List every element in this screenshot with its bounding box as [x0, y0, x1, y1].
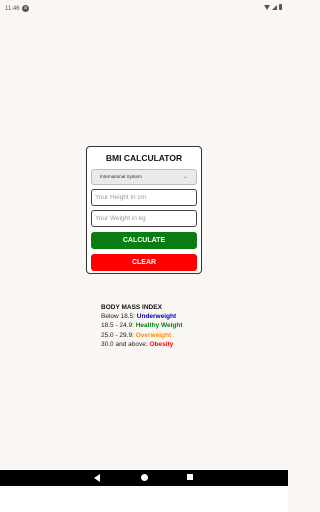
- bmi-info: BODY MASS INDEX Below 18.5: Underweight …: [101, 303, 183, 349]
- status-bar: 11:46 a: [0, 0, 288, 20]
- bmi-category-underweight: Underweight: [136, 313, 177, 321]
- calculate-button[interactable]: CALCULATE: [91, 232, 197, 249]
- status-time: 11:46: [5, 6, 20, 12]
- bottom-padding: [0, 486, 288, 512]
- bmi-range-prefix: 30.0 and above:: [101, 340, 150, 348]
- bmi-category-obesity: Obesity: [149, 340, 174, 348]
- chevron-down-icon: ⌄: [182, 174, 188, 180]
- home-icon[interactable]: [141, 474, 148, 481]
- battery-icon: [279, 4, 282, 10]
- unit-system-value: International System: [100, 174, 142, 179]
- bmi-range-prefix: 18.5 - 24.9:: [101, 322, 136, 330]
- recents-icon[interactable]: [187, 474, 193, 480]
- card-title: BMI CALCULATOR: [105, 153, 183, 163]
- back-icon[interactable]: [94, 474, 100, 482]
- height-input[interactable]: [91, 189, 197, 206]
- bmi-category-healthy: Healthy Weight: [135, 322, 183, 330]
- bmi-info-heading: BODY MASS INDEX: [101, 304, 162, 311]
- weight-input[interactable]: [91, 210, 197, 227]
- clear-button[interactable]: CLEAR: [91, 254, 197, 271]
- bmi-calculator-card: BMI CALCULATOR International System ⌄ CA…: [86, 146, 202, 274]
- bmi-range-line: 25.0 - 29.9: Overweight: [101, 331, 183, 340]
- bmi-range-line: 30.0 and above: Obesity: [101, 340, 183, 349]
- bmi-range-line: Below 18.5: Underweight: [101, 312, 183, 321]
- notification-icon: a: [22, 5, 29, 12]
- wifi-icon: [264, 4, 270, 10]
- navigation-bar: [0, 470, 288, 486]
- bmi-range-prefix: Below 18.5:: [101, 313, 137, 321]
- bmi-category-overweight: Overweight: [135, 331, 172, 339]
- bmi-range-line: 18.5 - 24.9: Healthy Weight: [101, 321, 183, 330]
- status-icons: [264, 4, 282, 10]
- bmi-range-prefix: 25.0 - 29.9:: [101, 331, 136, 339]
- unit-system-select[interactable]: International System ⌄: [91, 169, 197, 185]
- signal-icon: [272, 4, 277, 10]
